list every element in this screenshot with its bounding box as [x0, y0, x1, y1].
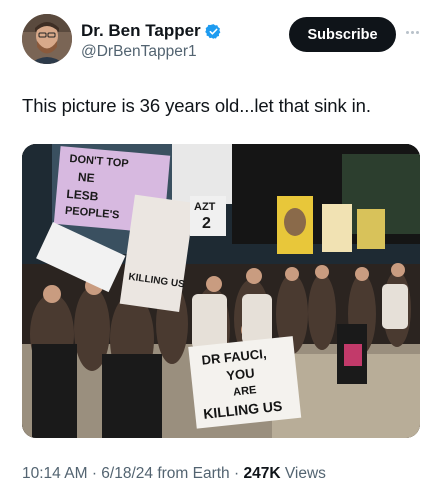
sign-main-line3: ARE [233, 384, 257, 398]
avatar-image [22, 14, 72, 64]
author-display-name[interactable]: Dr. Ben Tapper [81, 21, 201, 41]
sign-left-line2: NE [77, 170, 95, 185]
meta-separator: · [91, 465, 97, 482]
tweet-metadata: 10:14 AM · 6/18/24 from Earth · 247K Vie… [22, 465, 326, 483]
subscribe-button[interactable]: Subscribe [289, 17, 396, 52]
views-label: Views [284, 465, 326, 482]
sign-left-line3: LESB [66, 187, 99, 204]
sign-main-line2: YOU [226, 365, 256, 383]
tweet-time[interactable]: 10:14 AM [22, 465, 88, 482]
meta-separator: · [233, 465, 240, 482]
more-horizontal-icon[interactable] [402, 24, 422, 40]
tweet-media-photo[interactable]: DON'T TOP NE LESB PEOPLE'S KILLING US AZ… [22, 144, 420, 438]
avatar[interactable] [22, 14, 72, 64]
tweet-date[interactable]: 6/18/24 from Earth [101, 465, 229, 482]
verified-badge-icon [204, 23, 222, 40]
tweet-header: Dr. Ben Tapper @DrBenTapper1 Subscribe [22, 14, 422, 70]
author-handle[interactable]: @DrBenTapper1 [81, 43, 222, 61]
tweet-text: This picture is 36 years old...let that … [22, 95, 371, 116]
author-info: Dr. Ben Tapper @DrBenTapper1 [81, 20, 222, 61]
views-count: 247K [243, 465, 281, 482]
sign-small-line1: AZT [194, 201, 216, 213]
sign-small-line2: 2 [202, 215, 211, 232]
protest-photo: DON'T TOP NE LESB PEOPLE'S KILLING US AZ… [22, 144, 420, 438]
